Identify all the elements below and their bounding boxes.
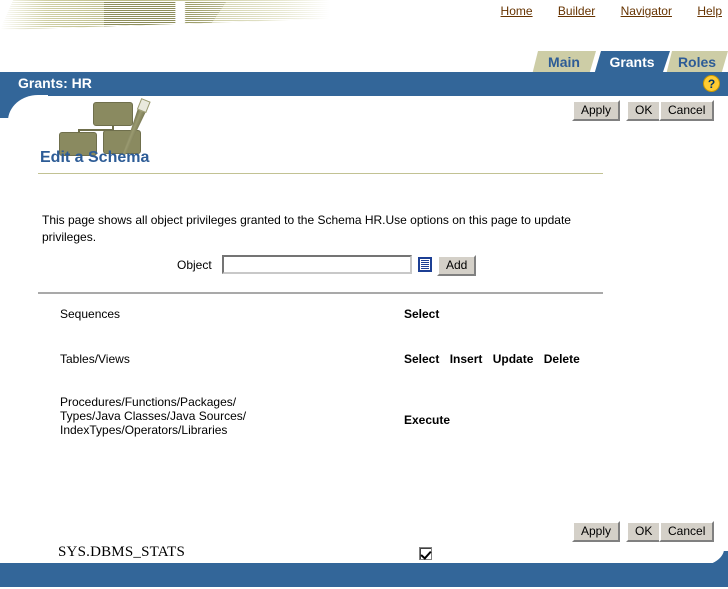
footer-bar (0, 563, 728, 587)
schema-icon-connector-h (78, 129, 114, 131)
cancel-button-bottom[interactable]: Cancel (659, 521, 715, 542)
brand-logo-mark (104, 2, 226, 27)
nav-link-navigator[interactable]: Navigator (621, 4, 672, 18)
heading-divider (38, 173, 603, 174)
privilege-action-insert: Insert (449, 352, 483, 366)
nav-link-home[interactable]: Home (501, 4, 533, 18)
privilege-type-label: Tables/Views (60, 352, 130, 366)
execute-checkbox[interactable] (419, 547, 432, 560)
nav-link-help[interactable]: Help (697, 4, 722, 18)
list-of-values-icon[interactable] (418, 257, 432, 272)
global-nav: Home Builder Navigator Help (479, 4, 722, 18)
brand-logo (0, 0, 330, 30)
apply-button-top[interactable]: Apply (572, 100, 621, 121)
help-icon[interactable]: ? (703, 75, 720, 92)
privilege-actions: Execute (404, 413, 450, 427)
bottom-action-buttons: Apply OK Cancel (0, 521, 728, 545)
schema-icon-box-top (93, 102, 133, 126)
page-title-bar: Grants: HR ? (0, 72, 728, 96)
top-banner: Home Builder Navigator Help (0, 0, 728, 47)
add-button[interactable]: Add (437, 255, 477, 276)
ok-button-top[interactable]: OK (626, 100, 662, 121)
object-entry-row: Object Add (0, 255, 728, 277)
nav-link-builder[interactable]: Builder (558, 4, 595, 18)
privilege-actions: Select Insert Update Delete (404, 352, 580, 366)
privilege-action-update: Update (492, 352, 534, 366)
title-bar-curve (0, 95, 48, 121)
privilege-action-select: Select (404, 307, 440, 321)
object-label: Object (177, 258, 212, 272)
privilege-action-delete: Delete (543, 352, 580, 366)
privileges-divider (38, 292, 603, 295)
section-heading: Edit a Schema (40, 149, 150, 166)
intro-text: This page shows all object privileges gr… (42, 213, 571, 244)
privilege-action-select: Select (404, 352, 440, 366)
privilege-type-label: Procedures/Functions/Packages/ Types/Jav… (60, 395, 247, 437)
object-input[interactable] (222, 255, 412, 274)
privilege-actions: Select (404, 307, 439, 321)
schema-icon-connector-v2 (78, 129, 80, 133)
page-title: Grants: HR (18, 75, 92, 91)
ok-button-bottom[interactable]: OK (626, 521, 662, 542)
privilege-action-execute: Execute (404, 413, 451, 427)
table-row: SYS.DBMS_STATS (0, 544, 728, 564)
granted-object-name: SYS.DBMS_STATS (58, 544, 186, 560)
cancel-button-top[interactable]: Cancel (659, 100, 715, 121)
privilege-type-label: Sequences (60, 307, 121, 321)
apply-button-bottom[interactable]: Apply (572, 521, 621, 542)
